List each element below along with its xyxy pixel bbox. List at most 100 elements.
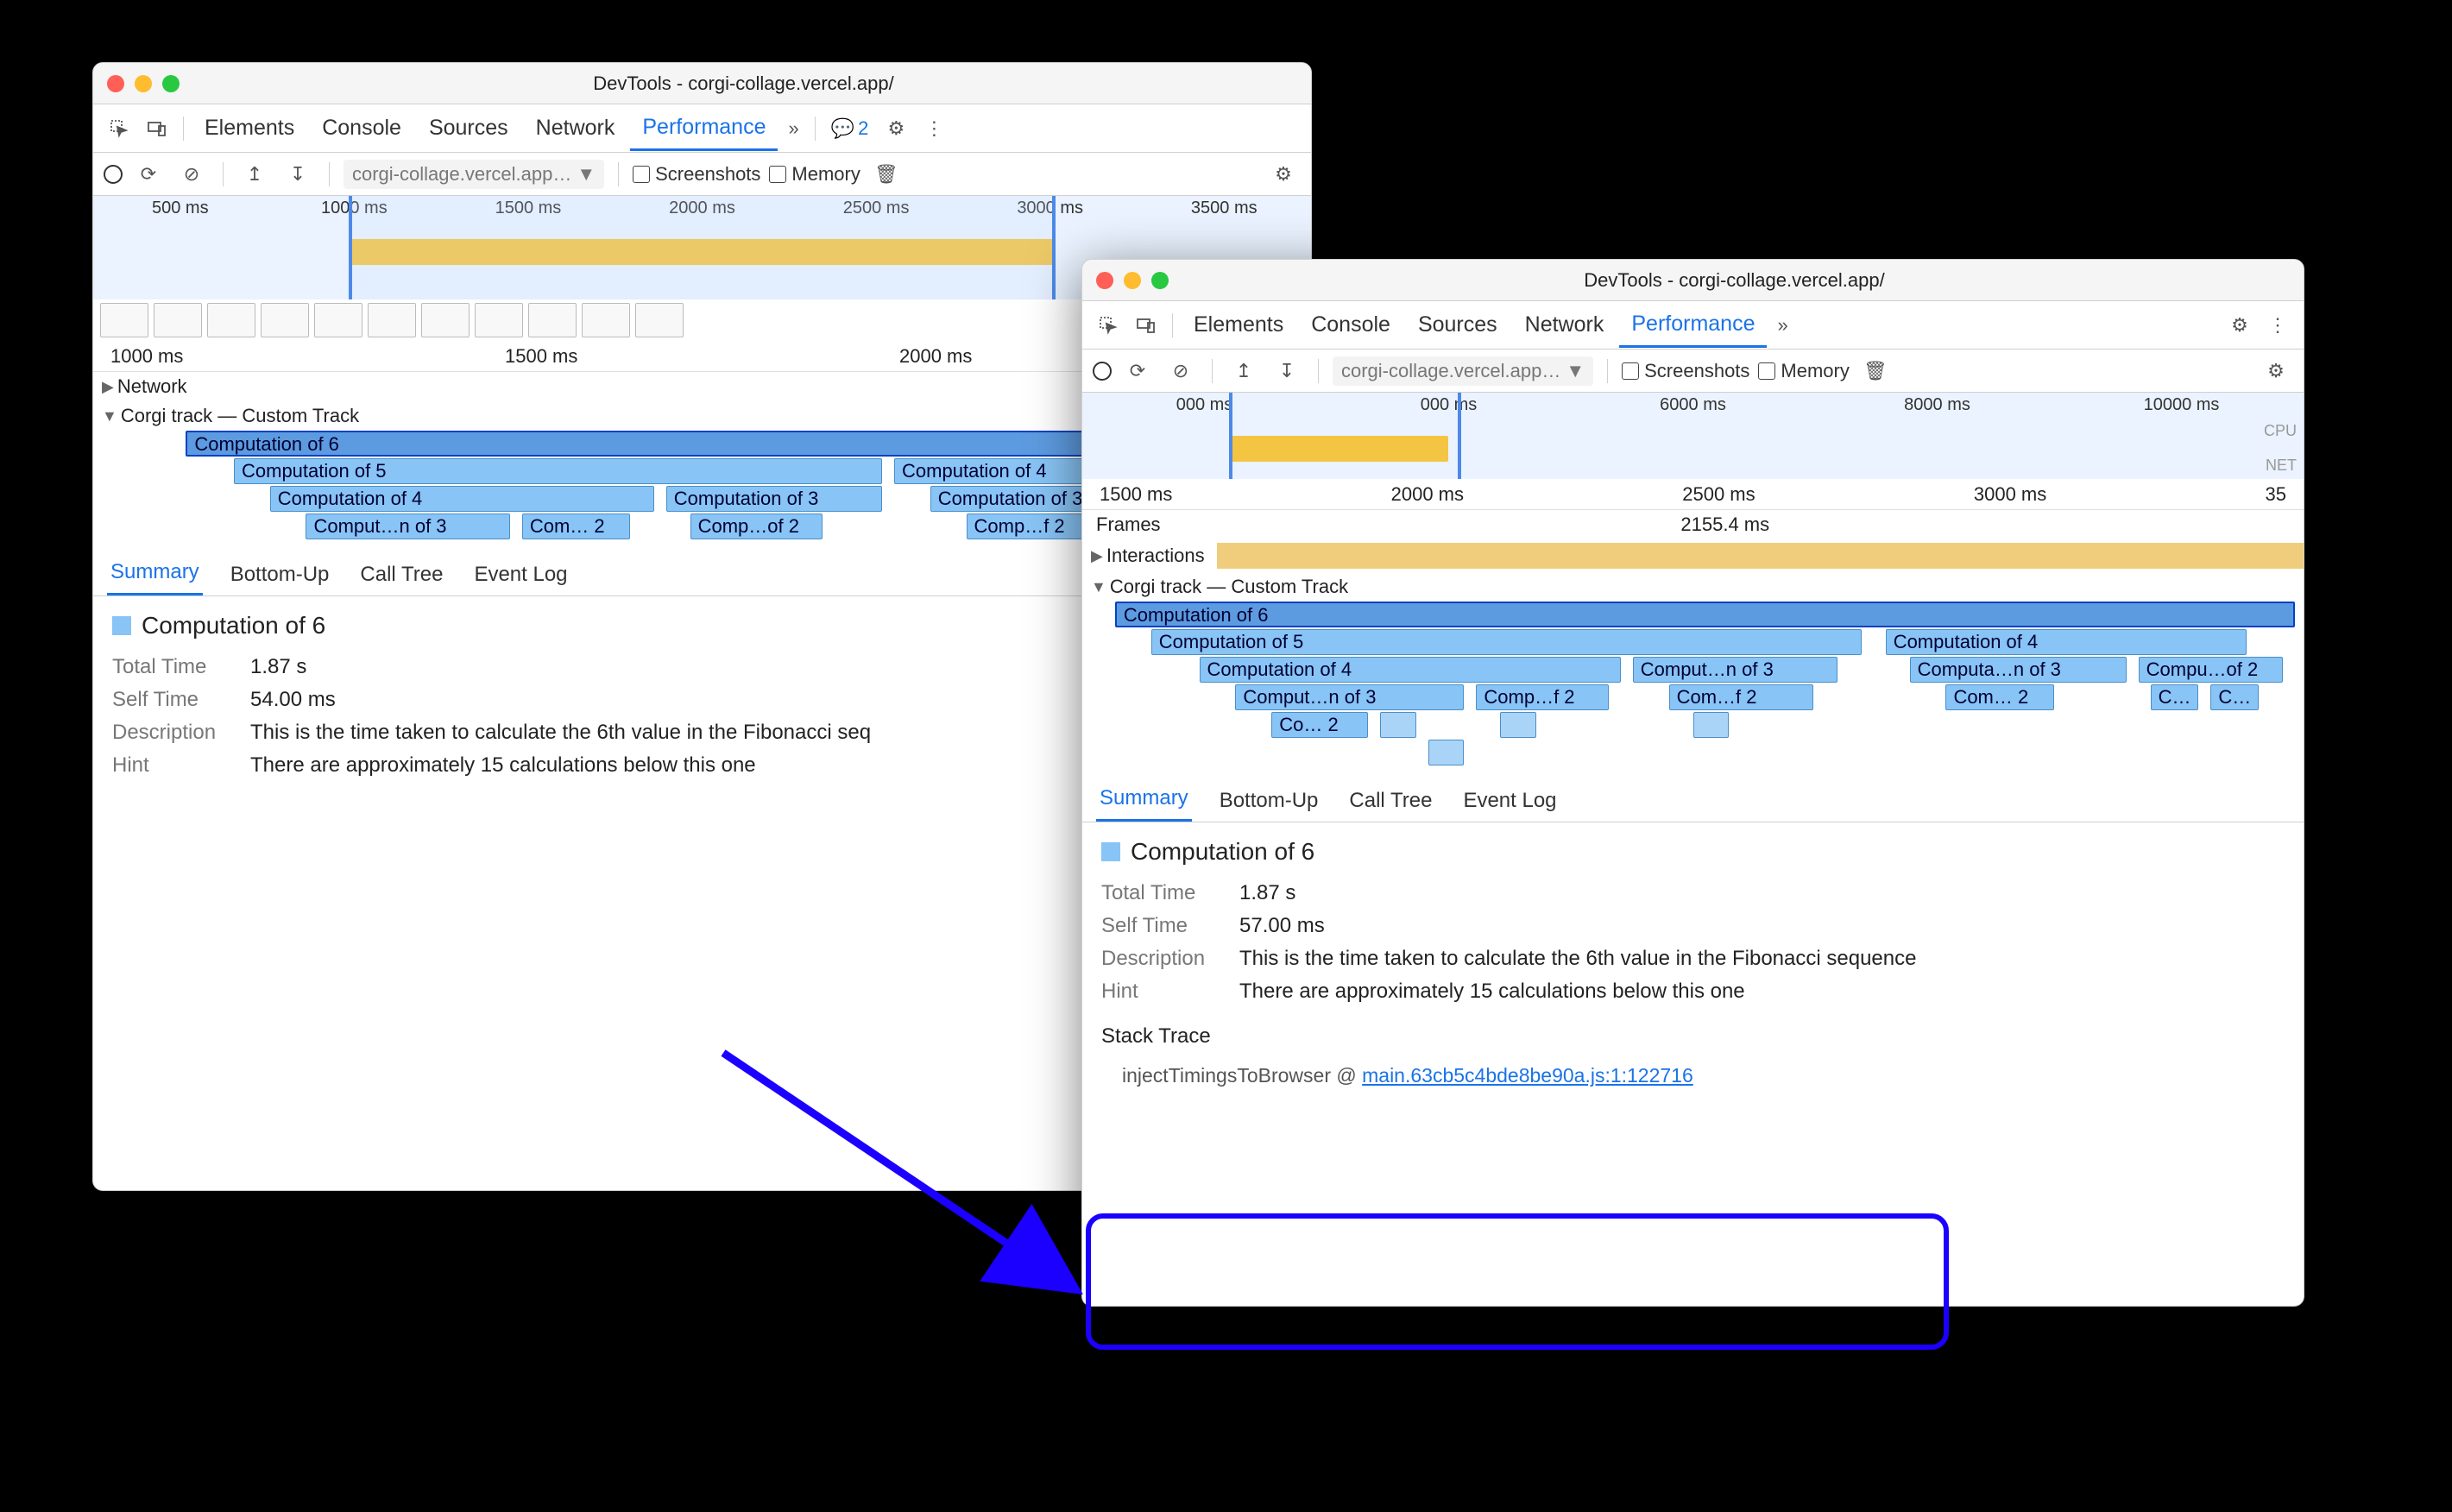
devtools-window-right: DevTools - corgi-collage.vercel.app/ Ele… bbox=[1081, 259, 2304, 1307]
close-icon[interactable] bbox=[107, 75, 124, 92]
flame-chart-right[interactable]: Computation of 6Computation of 5Computat… bbox=[1091, 602, 2295, 767]
custom-track-header[interactable]: ▼Corgi track — Custom Track bbox=[1082, 572, 2304, 602]
record-button[interactable] bbox=[1093, 362, 1112, 381]
inspect-icon[interactable] bbox=[102, 111, 136, 146]
more-tabs-icon[interactable]: » bbox=[1770, 314, 1794, 337]
tab-elements[interactable]: Elements bbox=[1182, 304, 1295, 346]
trash-icon[interactable]: 🗑 bbox=[1858, 354, 1893, 388]
tab-sources[interactable]: Sources bbox=[417, 107, 520, 149]
clear-icon[interactable]: ⊘ bbox=[174, 157, 209, 192]
flame-bar[interactable]: Computation of 6 bbox=[1115, 602, 2295, 627]
stack-frame-fn: injectTimingsToBrowser @ bbox=[1122, 1064, 1362, 1087]
flame-bar[interactable]: Comput…n of 3 bbox=[1235, 684, 1464, 710]
zoom-icon[interactable] bbox=[1151, 272, 1169, 289]
more-tabs-icon[interactable]: » bbox=[781, 117, 805, 140]
flame-bar[interactable]: Com…f 2 bbox=[1669, 684, 1813, 710]
reload-record-icon[interactable]: ⟳ bbox=[131, 157, 166, 192]
flame-bar[interactable]: Computation of 5 bbox=[1151, 629, 1862, 655]
flame-bar[interactable]: Comput…n of 3 bbox=[1633, 657, 1837, 683]
settings-icon[interactable]: ⚙ bbox=[2222, 308, 2257, 343]
screenshots-checkbox[interactable]: Screenshots bbox=[633, 163, 760, 186]
recording-selector[interactable]: corgi-collage.vercel.app…▼ bbox=[1333, 356, 1593, 386]
upload-icon[interactable]: ↥ bbox=[237, 157, 272, 192]
overview-minimap[interactable]: 000 ms000 ms6000 ms8000 ms10000 ms CPU N… bbox=[1082, 393, 2304, 479]
screenshots-checkbox[interactable]: Screenshots bbox=[1622, 360, 1749, 382]
close-icon[interactable] bbox=[1096, 272, 1113, 289]
flame-bar[interactable]: Com… 2 bbox=[1945, 684, 2054, 710]
tab-console[interactable]: Console bbox=[310, 107, 413, 149]
perf-settings-icon[interactable]: ⚙ bbox=[1266, 157, 1301, 192]
device-toggle-icon[interactable] bbox=[140, 111, 174, 146]
flame-bar[interactable]: Computation of 4 bbox=[1886, 629, 2247, 655]
memory-checkbox[interactable]: Memory bbox=[769, 163, 860, 186]
devtools-tabbar: Elements Console Sources Network Perform… bbox=[1082, 301, 2304, 350]
trash-icon[interactable]: 🗑 bbox=[869, 157, 904, 192]
stack-frame-link[interactable]: main.63cb5c4bde8be90a.js:1:122716 bbox=[1362, 1064, 1693, 1087]
detail-tab-eventlog[interactable]: Event Log bbox=[470, 554, 570, 595]
traffic-lights bbox=[1096, 272, 1169, 289]
tab-console[interactable]: Console bbox=[1299, 304, 1402, 346]
titlebar[interactable]: DevTools - corgi-collage.vercel.app/ bbox=[93, 63, 1311, 104]
frames-label: Frames bbox=[1096, 513, 1161, 536]
minimize-icon[interactable] bbox=[1124, 272, 1141, 289]
recording-selector[interactable]: corgi-collage.vercel.app…▼ bbox=[344, 160, 604, 189]
device-toggle-icon[interactable] bbox=[1129, 308, 1163, 343]
reload-record-icon[interactable]: ⟳ bbox=[1120, 354, 1155, 388]
flame-bar[interactable]: C… bbox=[2210, 684, 2259, 710]
titlebar[interactable]: DevTools - corgi-collage.vercel.app/ bbox=[1082, 260, 2304, 301]
tab-network[interactable]: Network bbox=[524, 107, 627, 149]
inspect-icon[interactable] bbox=[1091, 308, 1125, 343]
flame-bar[interactable]: Computation of 5 bbox=[234, 458, 882, 484]
tab-performance[interactable]: Performance bbox=[1619, 303, 1767, 348]
record-button[interactable] bbox=[104, 165, 123, 184]
perf-toolbar: ⟳ ⊘ ↥ ↧ corgi-collage.vercel.app…▼ Scree… bbox=[1082, 350, 2304, 393]
download-icon[interactable]: ↧ bbox=[280, 157, 315, 192]
flame-bar[interactable]: Computation of 4 bbox=[270, 486, 654, 512]
window-title: DevTools - corgi-collage.vercel.app/ bbox=[190, 72, 1297, 95]
flame-bar[interactable]: Comp…f 2 bbox=[967, 513, 1087, 539]
download-icon[interactable]: ↧ bbox=[1270, 354, 1304, 388]
stack-trace-highlight bbox=[1086, 1213, 1949, 1350]
tab-sources[interactable]: Sources bbox=[1406, 304, 1510, 346]
flame-bar[interactable]: C… bbox=[2151, 684, 2199, 710]
cpu-label: CPU bbox=[2264, 422, 2297, 440]
memory-checkbox[interactable]: Memory bbox=[1758, 360, 1849, 382]
tab-elements[interactable]: Elements bbox=[192, 107, 306, 149]
flame-bar[interactable] bbox=[1428, 740, 1465, 765]
interactions-track[interactable]: ▶Interactions bbox=[1082, 539, 2304, 572]
flame-bar[interactable]: Computation of 3 bbox=[666, 486, 882, 512]
tab-performance[interactable]: Performance bbox=[630, 106, 778, 151]
flame-bar[interactable]: Com… 2 bbox=[522, 513, 630, 539]
flame-bar[interactable] bbox=[1693, 712, 1730, 738]
flame-bar[interactable]: Compu…of 2 bbox=[2139, 657, 2283, 683]
activity-badge[interactable]: 💬2 bbox=[824, 114, 876, 143]
perf-toolbar: ⟳ ⊘ ↥ ↧ corgi-collage.vercel.app…▼ Scree… bbox=[93, 153, 1311, 196]
tab-network[interactable]: Network bbox=[1513, 304, 1617, 346]
settings-icon[interactable]: ⚙ bbox=[879, 111, 913, 146]
detail-tab-bottomup[interactable]: Bottom-Up bbox=[1216, 780, 1322, 822]
minimize-icon[interactable] bbox=[135, 75, 152, 92]
flame-bar[interactable]: Comp…of 2 bbox=[690, 513, 823, 539]
more-menu-icon[interactable]: ⋮ bbox=[917, 111, 951, 146]
zoom-icon[interactable] bbox=[162, 75, 180, 92]
detail-tab-eventlog[interactable]: Event Log bbox=[1459, 780, 1560, 822]
detail-tabs: Summary Bottom-Up Call Tree Event Log bbox=[1082, 776, 2304, 822]
flame-bar[interactable]: Comput…n of 3 bbox=[306, 513, 509, 539]
perf-settings-icon[interactable]: ⚙ bbox=[2259, 354, 2293, 388]
flame-bar[interactable] bbox=[1380, 712, 1416, 738]
more-menu-icon[interactable]: ⋮ bbox=[2260, 308, 2295, 343]
summary-panel-right: Computation of 6 Total Time1.87 s Self T… bbox=[1082, 822, 2304, 1103]
upload-icon[interactable]: ↥ bbox=[1226, 354, 1261, 388]
detail-tab-calltree[interactable]: Call Tree bbox=[1346, 780, 1435, 822]
detail-tab-calltree[interactable]: Call Tree bbox=[356, 554, 446, 595]
summary-title: Computation of 6 bbox=[1101, 838, 2285, 866]
flame-bar[interactable]: Computation of 4 bbox=[1200, 657, 1621, 683]
flame-bar[interactable]: Co… 2 bbox=[1271, 712, 1368, 738]
detail-tab-bottomup[interactable]: Bottom-Up bbox=[227, 554, 333, 595]
detail-tab-summary[interactable]: Summary bbox=[107, 551, 203, 595]
flame-bar[interactable] bbox=[1500, 712, 1536, 738]
clear-icon[interactable]: ⊘ bbox=[1163, 354, 1198, 388]
flame-bar[interactable]: Comp…f 2 bbox=[1476, 684, 1608, 710]
flame-bar[interactable]: Computa…n of 3 bbox=[1910, 657, 2127, 683]
detail-tab-summary[interactable]: Summary bbox=[1096, 778, 1192, 822]
